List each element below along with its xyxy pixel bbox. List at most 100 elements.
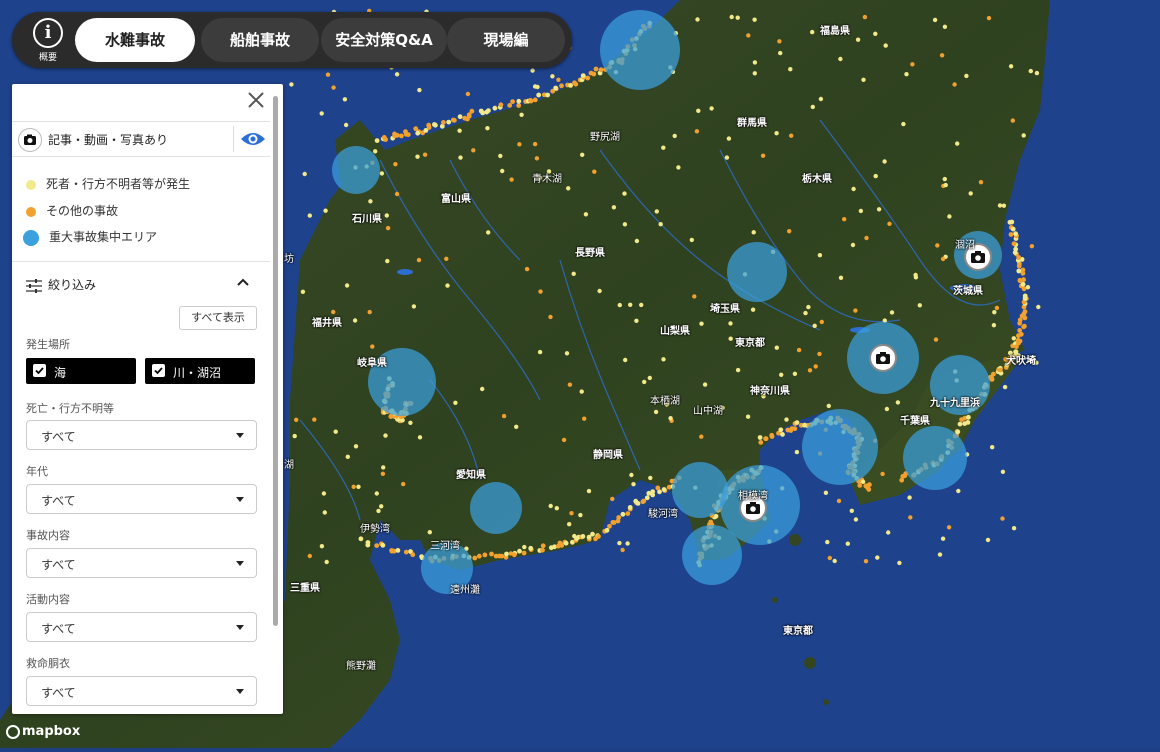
map-label: 福井県 — [312, 318, 342, 329]
map-label: 野尻湖 — [590, 132, 620, 143]
cluster-area[interactable] — [332, 146, 380, 194]
caret-down-icon — [236, 689, 244, 694]
map-label: 山中湖 — [693, 406, 723, 417]
media-toggle-row: 記事・動画・写真あり — [12, 121, 270, 157]
info-icon: i — [33, 18, 63, 48]
filter-panel: 記事・動画・写真あり 死者・行方不明者等が発生 その他の事故 重大事故集中エリア… — [12, 84, 283, 714]
age-label: 年代 — [26, 465, 48, 478]
map-label: 岐阜県 — [357, 358, 387, 369]
map-label: 石川県 — [352, 214, 382, 225]
check-icon — [152, 364, 165, 377]
map-label: 三河湾 — [430, 541, 460, 552]
caret-down-icon — [236, 497, 244, 502]
map-label: 涸沼 — [955, 240, 975, 251]
select-value: すべて — [41, 494, 76, 508]
map-label: 伊勢湾 — [360, 524, 390, 535]
checkbox-label: 海 — [54, 366, 67, 380]
activity-label: 活動内容 — [26, 593, 70, 606]
accident-type-label: 事故内容 — [26, 529, 70, 542]
map-label: 九十九里浜 — [930, 398, 980, 409]
map-label: 群馬県 — [737, 118, 767, 129]
map-label: 湖 — [284, 460, 294, 471]
accident-type-select[interactable]: すべて — [26, 548, 257, 578]
legend-label: その他の事故 — [46, 204, 119, 218]
checkbox-sea[interactable]: 海 — [26, 358, 136, 384]
tab-ship-accident[interactable]: 船舶事故 — [201, 18, 319, 62]
map-label: 犬吠埼 — [1006, 356, 1036, 367]
legend-cluster: 重大事故集中エリア — [23, 228, 158, 246]
map-label: 本栖湖 — [650, 396, 680, 407]
map-label: 東京都 — [735, 338, 765, 349]
life-jacket-label: 救命胴衣 — [26, 657, 70, 670]
map-label: 三重県 — [290, 583, 320, 594]
location-label: 発生場所 — [26, 338, 70, 351]
check-icon — [33, 364, 46, 377]
caret-down-icon — [236, 561, 244, 566]
select-value: すべて — [41, 686, 76, 700]
map-label: 埼玉県 — [710, 304, 740, 315]
map-label: 駿河湾 — [648, 509, 678, 520]
select-value: すべて — [41, 622, 76, 636]
eye-icon[interactable] — [240, 129, 266, 149]
legend-fatal: 死者・行方不明者等が発生 — [26, 175, 190, 192]
map-label: 相模湾 — [738, 491, 768, 502]
panel-scrollbar[interactable] — [273, 96, 278, 626]
caret-down-icon — [236, 625, 244, 630]
legend-dot-yellow — [26, 179, 36, 190]
cluster-area[interactable] — [802, 409, 878, 485]
info-button[interactable]: i 概要 — [30, 18, 66, 63]
map-label: 長野県 — [575, 248, 605, 259]
age-select[interactable]: すべて — [26, 484, 257, 514]
tab-field[interactable]: 現場編 — [447, 18, 565, 62]
death-missing-label: 死亡・行方不明等 — [26, 402, 114, 415]
camera-icon — [18, 128, 42, 152]
tab-water-accident[interactable]: 水難事故 — [75, 18, 195, 62]
checkbox-river-lake[interactable]: 川・湖沼 — [145, 358, 255, 384]
map-label: 熊野灘 — [346, 661, 376, 672]
cluster-area[interactable] — [682, 525, 742, 585]
cluster-area[interactable] — [470, 482, 522, 534]
media-label: 記事・動画・写真あり — [48, 133, 169, 147]
legend-dot-blue — [23, 229, 39, 246]
map-label: 茨城県 — [953, 286, 983, 297]
caret-down-icon — [236, 433, 244, 438]
map-label: 千葉県 — [900, 416, 930, 427]
info-label: 概要 — [38, 53, 57, 63]
select-value: すべて — [41, 430, 76, 444]
legend-label: 死者・行方不明者等が発生 — [46, 177, 191, 191]
cluster-area[interactable] — [600, 10, 680, 90]
checkbox-label: 川・湖沼 — [173, 366, 222, 380]
legend-other: その他の事故 — [26, 202, 118, 219]
filter-header[interactable]: 絞り込み — [26, 276, 96, 293]
camera-marker-icon[interactable] — [869, 344, 897, 372]
select-value: すべて — [41, 558, 76, 572]
show-all-button[interactable]: すべて表示 — [179, 306, 257, 330]
cluster-area[interactable] — [672, 462, 728, 518]
legend-dot-orange — [26, 206, 36, 217]
map-label: 坊 — [284, 254, 294, 265]
map-label: 山梨県 — [660, 326, 690, 337]
tab-safety-qa[interactable]: 安全対策Q&A — [321, 18, 447, 62]
map-label: 富山県 — [441, 194, 471, 205]
map-label: 愛知県 — [456, 470, 486, 481]
map-label: 遠州灘 — [450, 585, 480, 596]
activity-select[interactable]: すべて — [26, 612, 257, 642]
life-jacket-select[interactable]: すべて — [26, 676, 257, 706]
map-label: 神奈川県 — [750, 386, 790, 397]
mapbox-attribution[interactable]: mapbox — [6, 724, 80, 739]
attribution-text: mapbox — [22, 724, 81, 739]
chevron-up-icon[interactable] — [237, 277, 249, 287]
filter-sliders-icon — [26, 278, 42, 293]
map-label: 静岡県 — [593, 450, 623, 461]
legend-label: 重大事故集中エリア — [49, 230, 158, 244]
mapbox-logo-icon — [6, 724, 20, 739]
close-icon[interactable] — [244, 88, 268, 112]
cluster-area[interactable] — [903, 426, 967, 490]
divider — [12, 261, 270, 262]
map-label: 東京都 — [783, 626, 813, 637]
map-label: 青木湖 — [532, 174, 562, 185]
top-nav: i 概要 水難事故 船舶事故 安全対策Q&A 現場編 — [12, 12, 572, 68]
cluster-area[interactable] — [727, 242, 787, 302]
filter-title: 絞り込み — [48, 278, 97, 292]
death-missing-select[interactable]: すべて — [26, 420, 257, 450]
